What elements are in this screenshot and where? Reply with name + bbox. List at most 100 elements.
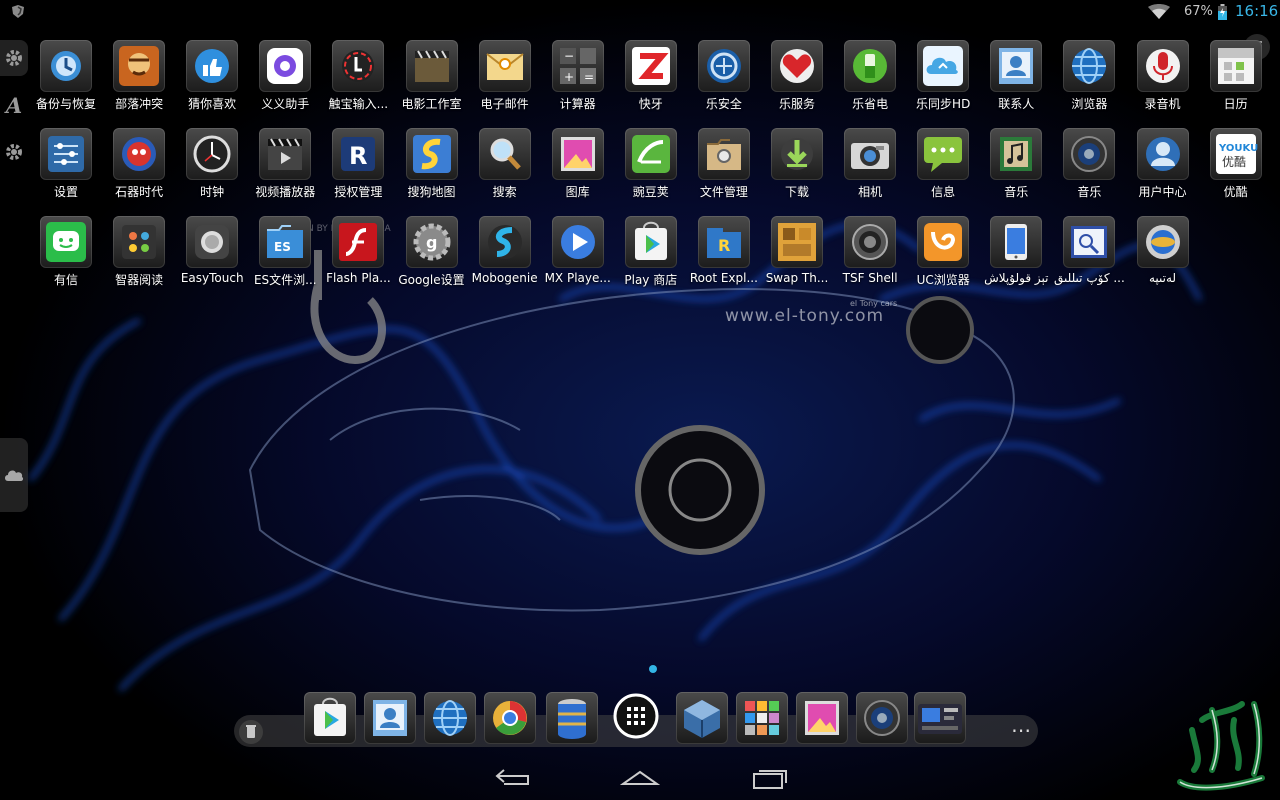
app-dictionary[interactable]: كۆپ تىللىق ... [1052,212,1126,292]
app-gallery[interactable]: 图库 [541,124,615,204]
dock-chrome[interactable] [484,692,536,744]
wallpaper [0,0,1280,800]
app-label: UC浏览器 [916,273,970,287]
app-recorder[interactable]: 录音机 [1126,36,1200,116]
app-phone-lock[interactable]: تېز قولۇپلاش [979,212,1053,292]
dock-play-store[interactable] [304,692,356,744]
app-stone-age[interactable]: 石器时代 [102,124,176,204]
app-settings-sliders[interactable]: 设置 [29,124,103,204]
dock-tiles-grid[interactable] [736,692,788,744]
dock-database[interactable] [546,692,598,744]
app-tile [259,128,312,180]
app-clash-of-clans[interactable]: 部落冲突 [102,36,176,116]
app-music[interactable]: 音乐 [979,124,1053,204]
app-file-manager[interactable]: 文件管理 [687,124,761,204]
app-movie-studio[interactable]: 电影工作室 [395,36,469,116]
security-icon [706,49,741,83]
app-es-file-explorer[interactable]: ES ES文件浏... [248,212,322,292]
tsf-widget-icon [918,704,962,734]
cloud-icon [5,470,24,481]
google-settings-icon: g [413,223,450,261]
lenovo-service-icon [780,49,814,83]
app-youxin[interactable]: 有信 [29,212,103,292]
app-tile [990,216,1043,268]
app-lenovo-service[interactable]: 乐服务 [760,36,834,116]
app-user-center[interactable]: 用户中心 [1126,124,1200,204]
app-label: 搜索 [492,185,517,199]
app-play-store[interactable]: Play 商店 [614,212,688,292]
app-label: 浏览器 [1071,97,1108,111]
app-easytouch[interactable]: EasyTouch [175,212,249,292]
app-search[interactable]: 搜索 [468,124,542,204]
app-tile: g [405,216,458,268]
app-contacts[interactable]: 联系人 [979,36,1053,116]
app-label: 下载 [784,185,809,199]
app-flash-player[interactable]: Flash Pla... [321,212,395,292]
app-tile [551,128,604,180]
app-battery-saver[interactable]: 乐省电 [833,36,907,116]
app-messages[interactable]: 信息 [906,124,980,204]
app-uc-browser[interactable]: UC浏览器 [906,212,980,292]
movie-studio-icon [414,50,449,82]
app-mx-player[interactable]: MX Playe... [541,212,615,292]
app-label: 录音机 [1144,97,1181,111]
app-speaker[interactable]: 音乐 [1052,124,1126,204]
browser-globe-icon [433,700,467,736]
recent-apps-button[interactable] [750,764,790,792]
svg-text:YOUKU: YOUKU [1218,143,1258,154]
app-calendar[interactable]: 日历 [1199,36,1273,116]
home-button[interactable] [620,764,660,792]
app-swap[interactable]: Swap Th... [760,212,834,292]
app-drawer-button[interactable] [610,690,662,742]
app-zapya[interactable]: 快牙 [614,36,688,116]
speaker-icon [1071,136,1108,172]
app-authorization[interactable]: R 授权管理 [321,124,395,204]
app-label: Play 商店 [624,273,678,287]
app-video-player[interactable]: 视频播放器 [248,124,322,204]
app-root-explorer[interactable]: R Root Expl... [687,212,761,292]
side-font-tab[interactable]: A [0,87,28,123]
app-download[interactable]: 下载 [760,124,834,204]
app-label: 猜你喜欢 [188,97,237,111]
app-clock[interactable]: 时钟 [175,124,249,204]
app-label: 计算器 [559,97,596,111]
side-settings-tab[interactable] [0,40,28,76]
app-security[interactable]: 乐安全 [687,36,761,116]
overflow-menu-icon[interactable]: ⋯ [1008,719,1034,745]
app-assistant[interactable]: 义义助手 [248,36,322,116]
back-button[interactable] [492,764,532,792]
dock-cube[interactable] [676,692,728,744]
dock-gallery[interactable] [796,692,848,744]
dock-contacts[interactable] [364,692,416,744]
side-gear-tab[interactable] [0,134,28,170]
side-cloud-tab[interactable] [0,438,28,512]
app-browser-globe[interactable]: 浏览器 [1052,36,1126,116]
app-wandoujia[interactable]: 豌豆荚 [614,124,688,204]
app-reader[interactable]: 智器阅读 [102,212,176,292]
app-email[interactable]: 电子邮件 [468,36,542,116]
status-bar[interactable]: 67% 16:16 [0,0,1280,24]
app-thumbs-up[interactable]: 猜你喜欢 [175,36,249,116]
app-calculator[interactable]: − + = 计算器 [541,36,615,116]
phone-lock-icon [1005,224,1028,260]
dock-trash-icon[interactable] [238,719,264,745]
dock-browser-globe[interactable] [424,692,476,744]
dock-tsf-widget[interactable] [914,692,966,744]
app-google-settings[interactable]: g Google设置 [395,212,469,292]
battery-percent: 67% [1184,4,1213,19]
app-label: 乐服务 [778,97,815,111]
app-tile [40,40,92,92]
app-tsf-shell[interactable]: TSF Shell [833,212,907,292]
app-backup-restore[interactable]: 备份与恢复 [29,36,103,116]
app-youku[interactable]: YOUKU 优酷 优酷 [1199,124,1273,204]
dock-speaker[interactable] [856,692,908,744]
app-touchpal[interactable]: 触宝输入... [321,36,395,116]
app-latipa[interactable]: لەتىپە [1126,212,1200,292]
calendar-icon [1217,48,1254,84]
app-label: 优酷 [1223,185,1248,199]
app-cloud-sync[interactable]: 乐同步HD [906,36,980,116]
app-sogou-map[interactable]: 搜狗地图 [395,124,469,204]
app-label: TSF Shell [842,271,898,285]
app-camera[interactable]: 相机 [833,124,907,204]
app-mobogenie[interactable]: Mobogenie [468,212,542,292]
